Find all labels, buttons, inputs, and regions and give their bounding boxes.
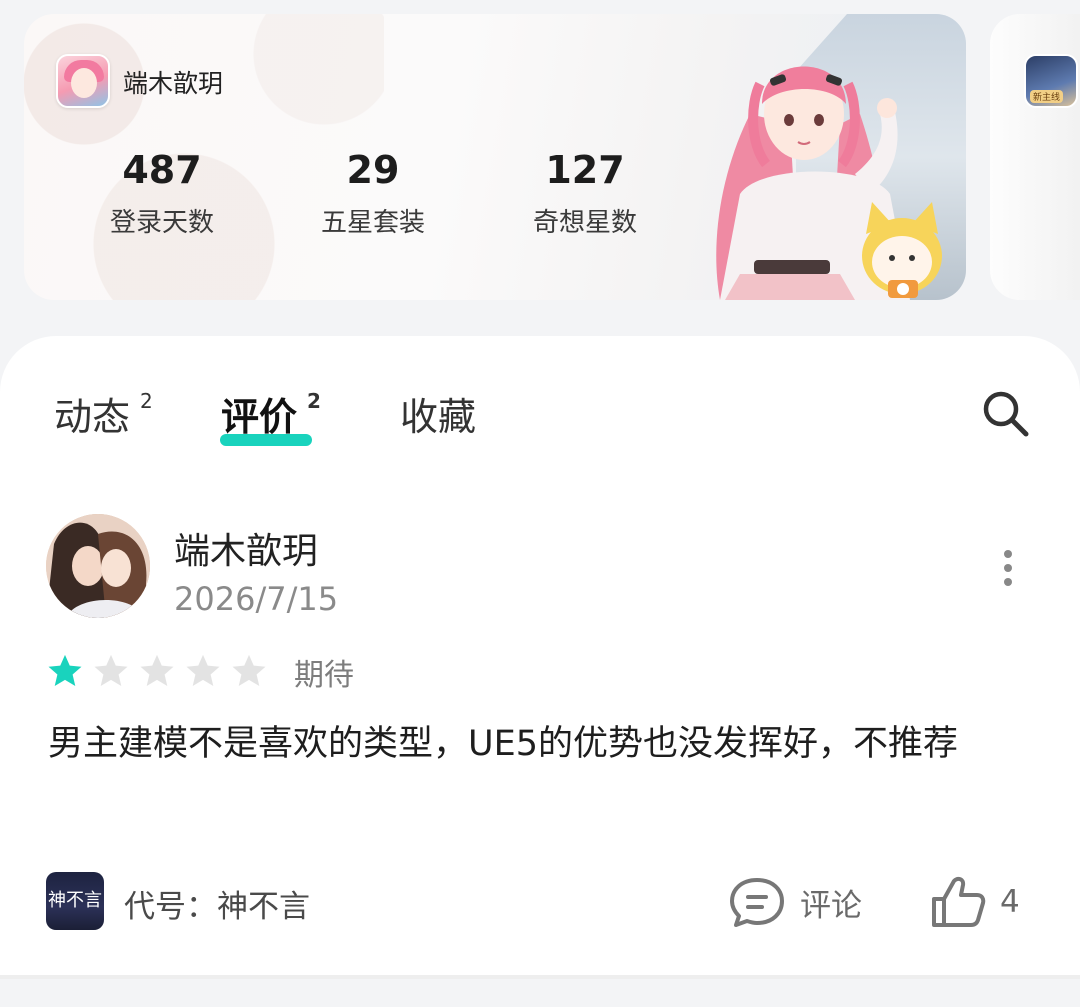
game-stat-card[interactable]: 端木歆玥 487 登录天数 29 五星套装 127 奇想星数: [24, 14, 966, 300]
star-icon: [186, 654, 220, 687]
star-icon: [48, 654, 82, 687]
avatar[interactable]: [46, 514, 150, 618]
next-game-badge: 新主线: [1030, 90, 1064, 103]
game-icon: [56, 54, 110, 108]
thumbs-up-icon: [932, 876, 986, 927]
comment-bubble-icon: [730, 878, 784, 927]
star-rating: [46, 652, 276, 692]
stat-star-count: 127 奇想星数: [505, 146, 665, 239]
comment-button[interactable]: 评论: [728, 872, 862, 932]
star-icon: [232, 654, 266, 687]
tab-dynamic[interactable]: 动态 2: [54, 386, 153, 441]
like-count: 4: [1000, 884, 1020, 920]
review-text: 男主建模不是喜欢的类型，UE5的优势也没发挥好，不推荐: [48, 724, 959, 764]
like-button[interactable]: 4: [930, 872, 1020, 932]
game-name: 端木歆玥: [123, 69, 224, 98]
tab-label: 收藏: [400, 395, 477, 439]
tab-bar: 动态 2 评价 2 收藏: [0, 336, 1080, 456]
next-game-icon: 新主线: [1024, 54, 1078, 108]
tab-count: 2: [140, 389, 153, 414]
stat-login-days: 487 登录天数: [82, 146, 242, 239]
review-date: 2026/7/15: [174, 580, 339, 618]
stat-label: 五星套装: [320, 208, 425, 238]
character-illustration: [716, 66, 942, 300]
stat-value: 127: [545, 148, 625, 192]
stat-five-star-sets: 29 五星套装: [293, 146, 453, 239]
star-icon: [140, 654, 174, 687]
stat-value: 29: [346, 148, 400, 192]
star-icon: [94, 654, 128, 687]
game-tag-icon[interactable]: 神不言: [46, 872, 104, 930]
tab-favorites[interactable]: 收藏: [400, 386, 476, 441]
comment-label: 评论: [800, 887, 862, 924]
search-icon[interactable]: [978, 386, 1032, 440]
game-tag-icon-text: 神不言: [48, 890, 102, 911]
stat-label: 奇想星数: [532, 208, 637, 238]
next-game-card[interactable]: 新主线: [990, 14, 1080, 300]
stat-value: 487: [122, 148, 202, 192]
rating-label: 期待: [294, 658, 354, 693]
tab-label: 动态: [54, 395, 131, 439]
reviewer-name[interactable]: 端木歆玥: [174, 522, 318, 574]
active-tab-indicator: [220, 434, 312, 446]
divider: [0, 975, 1080, 979]
tab-reviews[interactable]: 评价 2: [221, 386, 321, 441]
review-panel: 动态 2 评价 2 收藏 端木歆玥 2026/7/15 期待 男主建模不是喜欢的…: [0, 336, 1080, 979]
stat-label: 登录天数: [109, 208, 214, 238]
game-tag-link[interactable]: 代号：神不言: [124, 881, 310, 926]
tab-count: 2: [307, 389, 321, 414]
more-vertical-icon[interactable]: [990, 548, 1026, 588]
tab-label: 评价: [221, 395, 298, 439]
